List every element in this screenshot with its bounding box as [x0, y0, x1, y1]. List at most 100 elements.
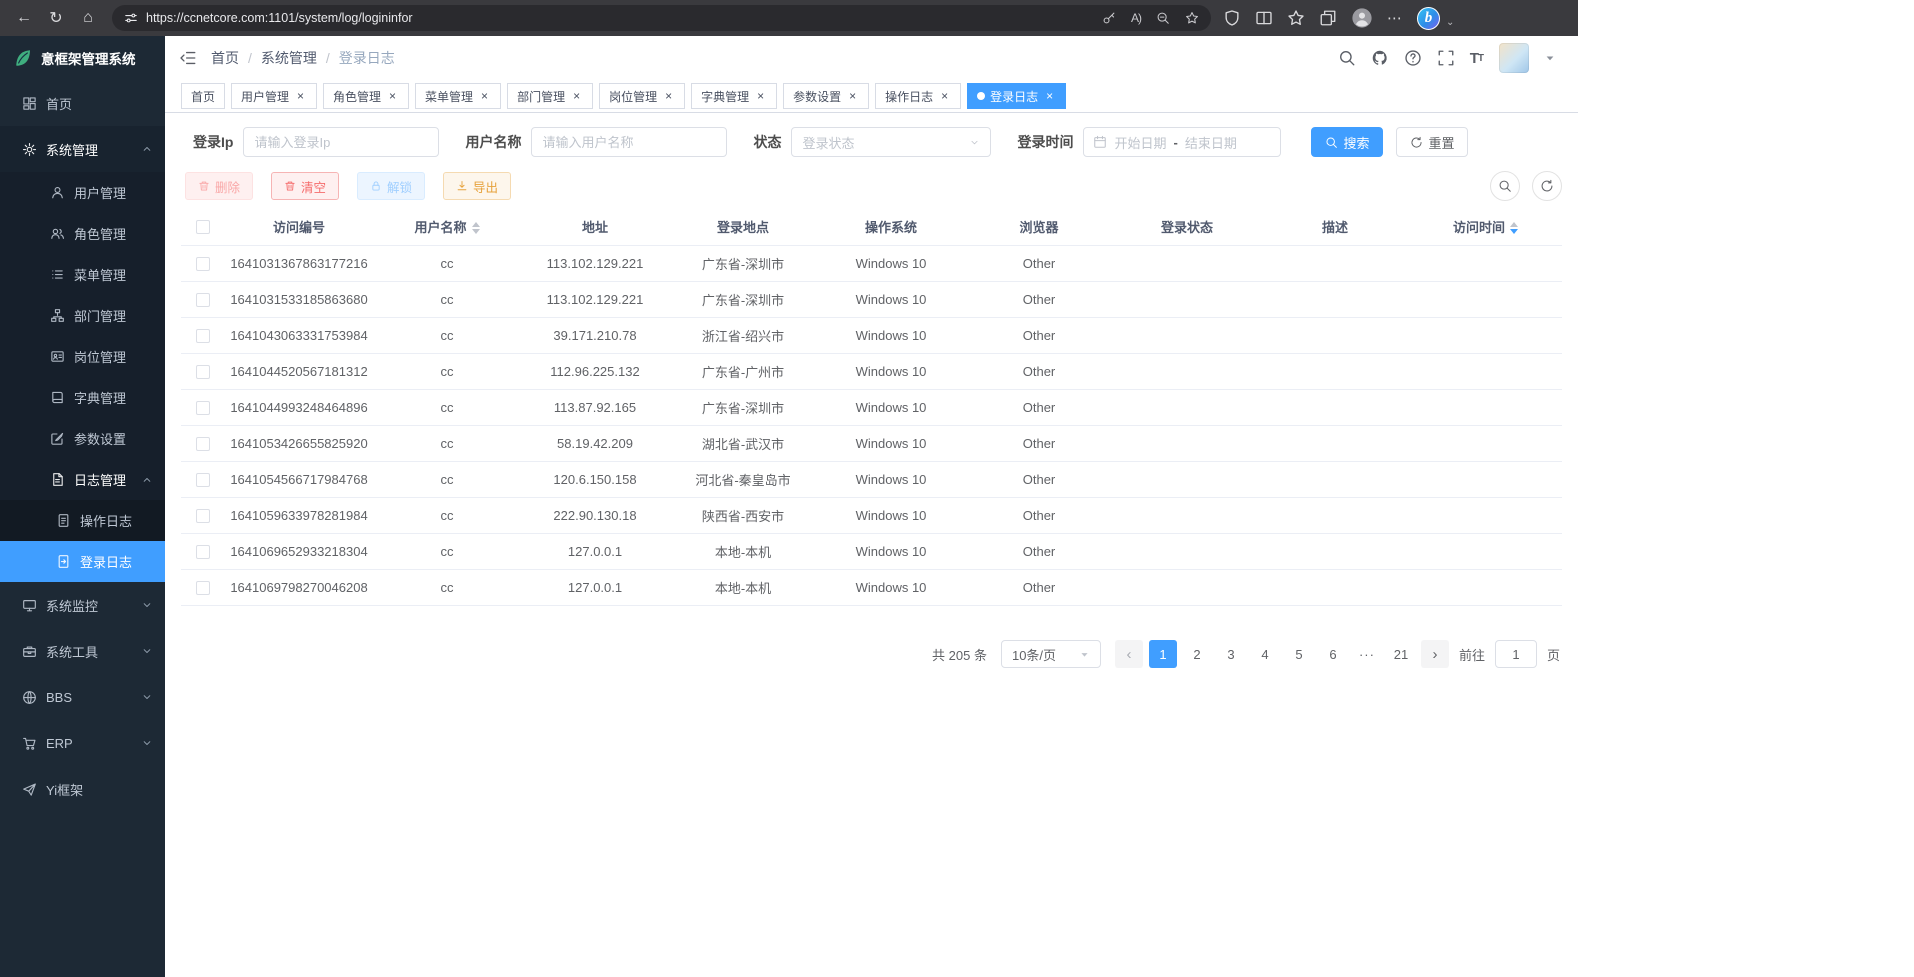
close-tab-icon[interactable]: ×	[386, 90, 399, 103]
more-pages-button[interactable]: ···	[1353, 640, 1381, 668]
row-checkbox[interactable]	[196, 581, 210, 595]
password-key-icon[interactable]	[1102, 11, 1116, 25]
tab-role-mgmt[interactable]: 角色管理×	[323, 83, 409, 109]
close-tab-icon[interactable]: ×	[846, 90, 859, 103]
read-aloud-icon[interactable]: A)	[1131, 11, 1141, 25]
sidebar-item-login-log[interactable]: 登录日志	[0, 541, 165, 582]
sidebar-item-yi-framework[interactable]: Yi框架	[0, 766, 165, 812]
unlock-button[interactable]: 解锁	[357, 172, 425, 200]
table-row[interactable]: 1641031533185863680cc113.102.129.221广东省-…	[181, 282, 1562, 318]
row-checkbox[interactable]	[196, 365, 210, 379]
table-row[interactable]: 1641059633978281984cc222.90.130.18陕西省-西安…	[181, 498, 1562, 534]
sidebar-item-menu-mgmt[interactable]: 菜单管理	[0, 254, 165, 295]
tab-menu-mgmt[interactable]: 菜单管理×	[415, 83, 501, 109]
refresh-table-button[interactable]	[1532, 171, 1562, 201]
table-row[interactable]: 1641031367863177216cc113.102.129.221广东省-…	[181, 246, 1562, 282]
sidebar-item-erp[interactable]: ERP	[0, 720, 165, 766]
row-checkbox[interactable]	[196, 473, 210, 487]
table-row[interactable]: 1641069798270046208cc127.0.0.1本地-本机Windo…	[181, 570, 1562, 606]
sidebar-item-role-mgmt[interactable]: 角色管理	[0, 213, 165, 254]
tab-param-settings[interactable]: 参数设置×	[783, 83, 869, 109]
prev-page-button[interactable]: ‹	[1115, 640, 1143, 668]
delete-button[interactable]: 删除	[185, 172, 253, 200]
row-checkbox[interactable]	[196, 257, 210, 271]
sidebar-item-system-monitor[interactable]: 系统监控	[0, 582, 165, 628]
copilot-icon[interactable]: b	[1417, 7, 1440, 30]
sidebar-item-bbs[interactable]: BBS	[0, 674, 165, 720]
table-row[interactable]: 1641044993248464896cc113.87.92.165广东省-深圳…	[181, 390, 1562, 426]
close-tab-icon[interactable]: ×	[938, 90, 951, 103]
fullscreen-icon[interactable]	[1437, 49, 1455, 67]
sidebar-item-param-settings[interactable]: 参数设置	[0, 418, 165, 459]
sort-carets[interactable]	[1510, 222, 1518, 234]
tab-login-log[interactable]: 登录日志×	[967, 83, 1066, 109]
table-row[interactable]: 1641069652933218304cc127.0.0.1本地-本机Windo…	[181, 534, 1562, 570]
tab-home[interactable]: 首页	[181, 83, 225, 109]
sidebar-item-home[interactable]: 首页	[0, 80, 165, 126]
tab-dept-mgmt[interactable]: 部门管理×	[507, 83, 593, 109]
browser-menu-icon[interactable]: ⋯	[1387, 9, 1403, 27]
breadcrumb-item[interactable]: 系统管理	[261, 48, 317, 68]
table-row[interactable]: 1641044520567181312cc112.96.225.132广东省-广…	[181, 354, 1562, 390]
site-permissions-icon[interactable]	[124, 11, 138, 25]
browser-essentials-icon[interactable]	[1223, 9, 1241, 27]
address-bar[interactable]: https://ccnetcore.com:1101/system/log/lo…	[112, 5, 1211, 31]
sidebar-item-dept-mgmt[interactable]: 部门管理	[0, 295, 165, 336]
sidebar-item-operation-log[interactable]: 操作日志	[0, 500, 165, 541]
page-size-select[interactable]: 10条/页	[1001, 640, 1101, 668]
search-button[interactable]: 搜索	[1311, 127, 1383, 157]
copilot-caret-icon[interactable]: ⌄	[1446, 17, 1454, 30]
tab-dict-mgmt[interactable]: 字典管理×	[691, 83, 777, 109]
tab-operation-log[interactable]: 操作日志×	[875, 83, 961, 109]
app-logo[interactable]: 意框架管理系统	[0, 36, 165, 80]
export-button[interactable]: 导出	[443, 172, 511, 200]
sort-carets[interactable]	[472, 222, 480, 234]
show-search-button[interactable]	[1490, 171, 1520, 201]
login-ip-input[interactable]	[243, 127, 439, 157]
collapse-sidebar-icon[interactable]	[179, 49, 197, 67]
close-tab-icon[interactable]: ×	[662, 90, 675, 103]
row-checkbox[interactable]	[196, 437, 210, 451]
table-row[interactable]: 1641043063331753984cc39.171.210.78浙江省-绍兴…	[181, 318, 1562, 354]
user-avatar[interactable]	[1499, 43, 1529, 73]
header-search-icon[interactable]	[1338, 49, 1356, 67]
row-checkbox[interactable]	[196, 401, 210, 415]
split-screen-icon[interactable]	[1255, 9, 1273, 27]
close-tab-icon[interactable]: ×	[754, 90, 767, 103]
page-21-button[interactable]: 21	[1387, 640, 1415, 668]
close-tab-icon[interactable]: ×	[478, 90, 491, 103]
select-all-checkbox[interactable]	[196, 220, 210, 234]
add-favorite-icon[interactable]	[1185, 11, 1199, 25]
breadcrumb-item[interactable]: 首页	[211, 48, 239, 68]
sidebar-item-post-mgmt[interactable]: 岗位管理	[0, 336, 165, 377]
avatar-caret-icon[interactable]	[1544, 52, 1556, 64]
sidebar-item-log-mgmt[interactable]: 日志管理	[0, 459, 165, 500]
tab-user-mgmt[interactable]: 用户管理×	[231, 83, 317, 109]
close-tab-icon[interactable]: ×	[570, 90, 583, 103]
help-icon[interactable]	[1404, 49, 1422, 67]
profile-avatar[interactable]	[1351, 7, 1373, 29]
status-select[interactable]: 登录状态	[791, 127, 991, 157]
github-icon[interactable]	[1371, 49, 1389, 67]
username-input[interactable]	[531, 127, 727, 157]
close-tab-icon[interactable]: ×	[1043, 90, 1056, 103]
column-header-time[interactable]: 访问时间	[1409, 207, 1562, 246]
zoom-icon[interactable]	[1156, 11, 1170, 25]
sidebar-item-dict-mgmt[interactable]: 字典管理	[0, 377, 165, 418]
column-header-user[interactable]: 用户名称	[373, 207, 521, 246]
page-4-button[interactable]: 4	[1251, 640, 1279, 668]
row-checkbox[interactable]	[196, 545, 210, 559]
table-row[interactable]: 1641054566717984768cc120.6.150.158河北省-秦皇…	[181, 462, 1562, 498]
reset-button[interactable]: 重置	[1396, 127, 1468, 157]
close-tab-icon[interactable]: ×	[294, 90, 307, 103]
page-3-button[interactable]: 3	[1217, 640, 1245, 668]
browser-home-icon[interactable]: ⌂	[72, 4, 104, 32]
next-page-button[interactable]: ›	[1421, 640, 1449, 668]
clear-button[interactable]: 清空	[271, 172, 339, 200]
row-checkbox[interactable]	[196, 509, 210, 523]
back-icon[interactable]: ←	[8, 4, 40, 32]
goto-page-input[interactable]	[1495, 640, 1537, 668]
row-checkbox[interactable]	[196, 293, 210, 307]
collections-icon[interactable]	[1319, 9, 1337, 27]
table-row[interactable]: 1641053426655825920cc58.19.42.209湖北省-武汉市…	[181, 426, 1562, 462]
